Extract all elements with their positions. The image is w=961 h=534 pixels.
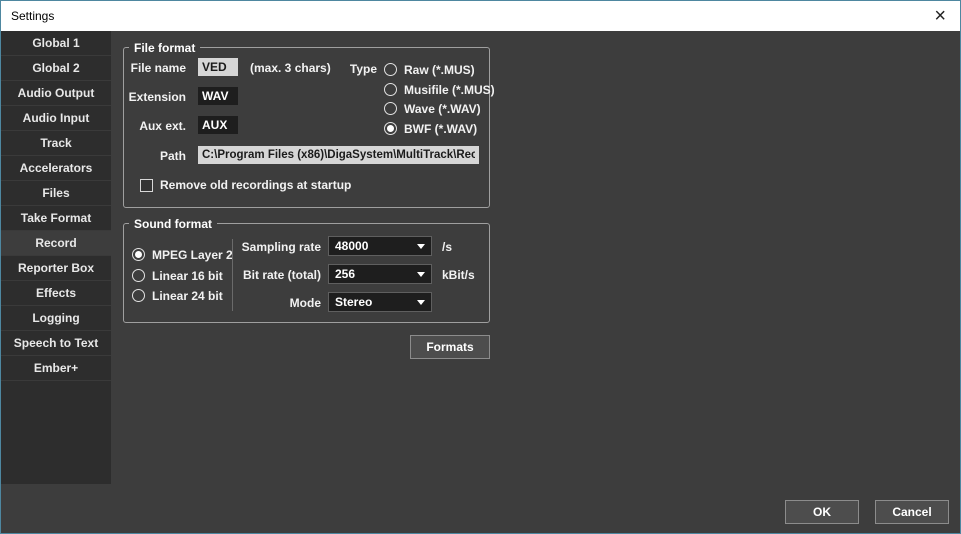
sidebar-item-logging[interactable]: Logging — [1, 306, 111, 331]
radio-icon — [384, 122, 397, 135]
sound-format-caption: Sound format — [129, 217, 217, 231]
title-bar: Settings × — [1, 1, 960, 31]
radio-icon — [384, 83, 397, 96]
sidebar-item-accelerators[interactable]: Accelerators — [1, 156, 111, 181]
radio-linear-16-bit[interactable]: Linear 16 bit — [132, 268, 223, 283]
chevron-down-icon — [417, 300, 425, 305]
chevron-down-icon — [417, 272, 425, 277]
radio-icon — [132, 248, 145, 261]
close-icon[interactable]: × — [934, 3, 946, 29]
cancel-button[interactable]: Cancel — [875, 500, 949, 524]
bit-rate-label: Bit rate (total) — [231, 268, 321, 282]
path-label: Path — [113, 149, 186, 163]
sidebar-item-ember[interactable]: Ember+ — [1, 356, 111, 381]
mode-select[interactable]: Stereo — [328, 292, 432, 312]
file-format-caption: File format — [129, 41, 200, 55]
chevron-down-icon — [417, 244, 425, 249]
sidebar: Global 1 Global 2 Audio Output Audio Inp… — [1, 31, 111, 484]
sidebar-item-audio-input[interactable]: Audio Input — [1, 106, 111, 131]
type-label: Type — [331, 62, 377, 76]
radio-linear-24-bit[interactable]: Linear 24 bit — [132, 288, 223, 303]
aux-ext-input[interactable] — [198, 116, 238, 134]
sampling-rate-select[interactable]: 48000 — [328, 236, 432, 256]
sidebar-item-track[interactable]: Track — [1, 131, 111, 156]
remove-old-recordings-checkbox[interactable]: Remove old recordings at startup — [140, 178, 351, 192]
settings-window: Settings × Global 1 Global 2 Audio Outpu… — [0, 0, 961, 534]
bit-rate-select[interactable]: 256 — [328, 264, 432, 284]
radio-icon — [132, 269, 145, 282]
aux-ext-label: Aux ext. — [113, 119, 186, 133]
radio-musifile-mus[interactable]: Musifile (*.MUS) — [384, 82, 495, 97]
radio-icon — [132, 289, 145, 302]
sidebar-item-record[interactable]: Record — [1, 231, 111, 256]
sidebar-item-global-1[interactable]: Global 1 — [1, 31, 111, 56]
sampling-rate-suffix: /s — [442, 240, 452, 254]
file-name-hint: (max. 3 chars) — [250, 61, 331, 75]
bit-rate-suffix: kBit/s — [442, 268, 475, 282]
path-input[interactable] — [198, 146, 479, 164]
radio-icon — [384, 63, 397, 76]
ok-button[interactable]: OK — [785, 500, 859, 524]
radio-bwf-wav[interactable]: BWF (*.WAV) — [384, 121, 477, 136]
radio-wave-wav[interactable]: Wave (*.WAV) — [384, 101, 481, 116]
file-name-input[interactable] — [198, 58, 238, 76]
sidebar-item-global-2[interactable]: Global 2 — [1, 56, 111, 81]
sidebar-item-audio-output[interactable]: Audio Output — [1, 81, 111, 106]
sidebar-item-speech-to-text[interactable]: Speech to Text — [1, 331, 111, 356]
extension-label: Extension — [113, 90, 186, 104]
radio-raw-mus[interactable]: Raw (*.MUS) — [384, 62, 475, 77]
mode-label: Mode — [231, 296, 321, 310]
sampling-rate-label: Sampling rate — [231, 240, 321, 254]
radio-icon — [384, 102, 397, 115]
extension-input[interactable] — [198, 87, 238, 105]
checkbox-icon — [140, 179, 153, 192]
sidebar-item-take-format[interactable]: Take Format — [1, 206, 111, 231]
file-name-label: File name — [113, 61, 186, 75]
sidebar-item-files[interactable]: Files — [1, 181, 111, 206]
formats-button[interactable]: Formats — [410, 335, 490, 359]
sidebar-item-effects[interactable]: Effects — [1, 281, 111, 306]
sidebar-item-reporter-box[interactable]: Reporter Box — [1, 256, 111, 281]
window-title: Settings — [11, 9, 54, 23]
radio-mpeg-layer-2[interactable]: MPEG Layer 2 — [132, 247, 233, 262]
